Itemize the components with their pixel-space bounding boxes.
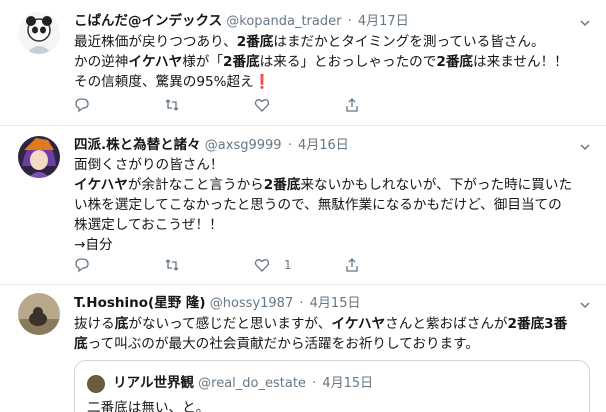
quoted-text: 二番底は無い、と。 <box>87 400 210 412</box>
retweet-icon <box>165 259 179 271</box>
avatar[interactable] <box>18 12 60 54</box>
tweet-actions: 1 <box>74 257 434 273</box>
author-handle[interactable]: @axsg9999 <box>205 138 282 153</box>
retweet-icon <box>165 99 179 111</box>
tweet-line: 抜ける底がないって感じだと思いますが、イケハヤさんと紫おばさんが2番底3番 <box>74 316 568 332</box>
author-handle[interactable]: @kopanda_trader <box>226 14 341 29</box>
timestamp[interactable]: 4月17日 <box>358 14 409 29</box>
tweet-text: 面倒くさがりの皆さん！ イケハヤが余計なこと言うから2番底来ないかもしれないが、… <box>74 155 592 255</box>
tweet-line: イケハヤが余計なこと言うから2番底来ないかもしれないが、下がった時に買いた <box>74 177 573 193</box>
tweet-actions <box>74 97 434 113</box>
tweet-line: 最近株価が戻りつつあり、2番底はまだかとタイミングを測っている皆さん。 <box>74 34 545 50</box>
tweet-line: かの逆神イケハヤ様が「2番底は来る」とおっしゃったので2番底は来ません！！ <box>74 54 568 70</box>
chevron-down-icon[interactable] <box>578 140 592 154</box>
like-button[interactable] <box>254 97 344 113</box>
avatar[interactable] <box>18 293 60 335</box>
tweet-line: 底って叫ぶのが最大の社会貢献だから活躍をお祈りしております。 <box>74 336 479 352</box>
tweet-line: い株を選定してこなかったと思うので、無駄作業になるかもだけど、御目当ての <box>74 197 562 213</box>
like-icon <box>254 99 270 112</box>
timestamp[interactable]: 4月16日 <box>298 138 349 153</box>
tweet-2[interactable]: 四派.株と為替と諸々 @axsg9999 · 4月16日 面倒くさがりの皆さん！… <box>0 126 606 285</box>
author-name[interactable]: こぱんだ@インデックス <box>74 13 222 29</box>
tweet-line: 面倒くさがりの皆さん！ <box>74 157 224 173</box>
separator: · <box>347 14 352 29</box>
tweet-text: 抜ける底がないって感じだと思いますが、イケハヤさんと紫おばさんが2番底3番 底っ… <box>74 314 592 354</box>
reply-icon <box>75 258 89 273</box>
author-name[interactable]: T.Hoshino(星野 隆) <box>74 295 206 311</box>
tweet-line: その信頼度、驚異の95%超え <box>74 74 254 90</box>
chevron-down-icon[interactable] <box>578 298 592 312</box>
separator: · <box>299 296 304 311</box>
reply-button[interactable] <box>74 257 164 273</box>
quoted-timestamp: 4月15日 <box>322 376 374 391</box>
avatar[interactable] <box>18 136 60 178</box>
exclamation-icon: ❗ <box>253 74 271 90</box>
timestamp[interactable]: 4月15日 <box>310 296 361 311</box>
author-name[interactable]: 四派.株と為替と諸々 <box>74 137 201 153</box>
retweet-button[interactable] <box>164 257 254 273</box>
separator: · <box>312 376 317 391</box>
share-icon <box>346 258 358 272</box>
tweet-line: 株選定しておこうぜ！！ <box>74 217 223 233</box>
quoted-author-handle: @real_do_estate <box>198 376 306 391</box>
share-button[interactable] <box>344 257 434 273</box>
reply-icon <box>75 98 89 113</box>
tweet-line: →自分 <box>74 237 113 253</box>
separator: · <box>287 138 292 153</box>
author-handle[interactable]: @hossy1987 <box>210 296 294 311</box>
like-icon <box>254 259 270 272</box>
chevron-down-icon[interactable] <box>578 16 592 30</box>
like-button[interactable]: 1 <box>254 257 344 273</box>
tweet-1[interactable]: こぱんだ@インデックス @kopanda_trader · 4月17日 最近株価… <box>0 0 606 126</box>
share-button[interactable] <box>344 97 434 113</box>
quoted-tweet[interactable]: リアル世界観 @real_do_estate · 4月15日 二番底は無い、と。 <box>74 360 590 412</box>
quoted-avatar <box>87 374 105 393</box>
like-count: 1 <box>284 258 292 272</box>
reply-button[interactable] <box>74 97 164 113</box>
tweet-text: 最近株価が戻りつつあり、2番底はまだかとタイミングを測っている皆さん。 かの逆神… <box>74 32 592 92</box>
retweet-button[interactable] <box>164 97 254 113</box>
quoted-author-name: リアル世界観 <box>113 375 195 391</box>
share-icon <box>346 98 358 112</box>
